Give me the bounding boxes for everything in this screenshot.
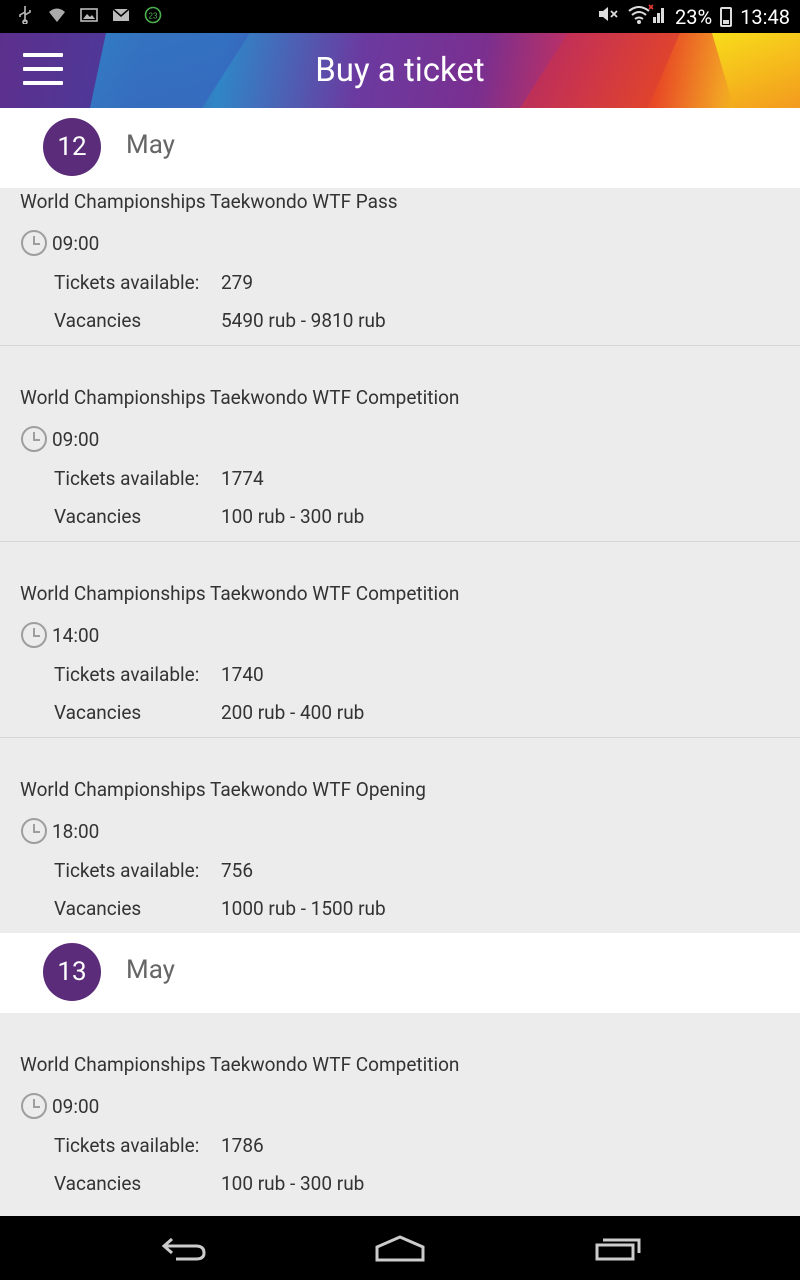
clock-icon (21, 230, 47, 256)
event-item[interactable]: World Championships Taekwondo WTF Compet… (0, 1013, 800, 1216)
tickets-row: Tickets available: 1774 (54, 467, 264, 490)
clock-icon (21, 818, 47, 844)
mute-icon (597, 4, 619, 29)
ticket-list[interactable]: 12 May World Championships Taekwondo WTF… (0, 108, 800, 1216)
battery-icon (720, 6, 733, 27)
clock-icon (21, 1093, 47, 1119)
event-time-value: 09:00 (52, 231, 100, 255)
badge-icon: 23 (144, 6, 162, 24)
page-title: Buy a ticket (315, 51, 485, 90)
vacancies-row: Vacancies 200 rub - 400 rub (54, 701, 364, 724)
event-time: 09:00 (20, 425, 99, 453)
tickets-label: Tickets available: (54, 663, 200, 686)
event-time-value: 09:00 (52, 1094, 100, 1118)
wifi-notification-icon (48, 6, 66, 24)
usb-icon (16, 6, 34, 24)
event-time-value: 09:00 (52, 427, 100, 451)
image-icon (80, 6, 98, 24)
svg-text:23: 23 (149, 12, 158, 21)
system-nav-bar (0, 1216, 800, 1280)
clock-time: 13:48 (740, 4, 790, 29)
event-time: 09:00 (20, 229, 99, 257)
app-bar: Buy a ticket (0, 33, 800, 108)
vacancies-label: Vacancies (54, 897, 142, 920)
event-time-value: 18:00 (52, 819, 100, 843)
vacancies-label: Vacancies (54, 505, 142, 528)
vacancies-row: Vacancies 100 rub - 300 rub (54, 505, 364, 528)
tickets-label: Tickets available: (54, 859, 200, 882)
event-time-value: 14:00 (52, 623, 100, 647)
tickets-label: Tickets available: (54, 1134, 200, 1157)
tickets-count: 1740 (221, 663, 264, 686)
date-day-badge: 13 (43, 943, 101, 1001)
event-title: World Championships Taekwondo WTF Pass (20, 190, 398, 213)
date-month: May (126, 955, 175, 985)
notification-icons: 23 (16, 6, 162, 24)
event-title: World Championships Taekwondo WTF Compet… (20, 1053, 460, 1076)
price-range: 1000 rub - 1500 rub (221, 897, 386, 920)
tickets-row: Tickets available: 1740 (54, 663, 264, 686)
tickets-count: 1774 (221, 467, 264, 490)
wifi-signal-icon (627, 3, 667, 30)
status-bar: 23 23% 13:48 (0, 0, 800, 33)
date-day-badge: 12 (43, 118, 101, 176)
date-header: 12 May (0, 108, 800, 188)
vacancies-row: Vacancies 1000 rub - 1500 rub (54, 897, 386, 920)
clock-icon (21, 426, 47, 452)
tickets-count: 279 (221, 271, 254, 294)
event-item[interactable]: World Championships Taekwondo WTF Pass 0… (0, 188, 800, 346)
tickets-count: 1786 (221, 1134, 264, 1157)
vacancies-label: Vacancies (54, 1172, 142, 1195)
event-time: 14:00 (20, 621, 99, 649)
vacancies-label: Vacancies (54, 701, 142, 724)
mail-icon (112, 6, 130, 24)
vacancies-label: Vacancies (54, 309, 142, 332)
tickets-label: Tickets available: (54, 271, 200, 294)
vacancies-row: Vacancies 100 rub - 300 rub (54, 1172, 364, 1195)
tickets-row: Tickets available: 279 (54, 271, 253, 294)
date-header: 13 May (0, 933, 800, 1013)
system-status: 23% 13:48 (597, 3, 790, 30)
price-range: 5490 rub - 9810 rub (221, 309, 386, 332)
battery-percent: 23% (675, 4, 713, 29)
date-month: May (126, 130, 175, 160)
event-title: World Championships Taekwondo WTF Compet… (20, 386, 460, 409)
tickets-count: 756 (221, 859, 254, 882)
price-range: 100 rub - 300 rub (221, 505, 365, 528)
tickets-label: Tickets available: (54, 467, 200, 490)
event-time: 09:00 (20, 1092, 99, 1120)
vacancies-row: Vacancies 5490 rub - 9810 rub (54, 309, 386, 332)
price-range: 100 rub - 300 rub (221, 1172, 365, 1195)
tickets-row: Tickets available: 756 (54, 859, 253, 882)
event-item[interactable]: World Championships Taekwondo WTF Compet… (0, 346, 800, 542)
price-range: 200 rub - 400 rub (221, 701, 365, 724)
event-time: 18:00 (20, 817, 99, 845)
event-title: World Championships Taekwondo WTF Compet… (20, 582, 460, 605)
event-item[interactable]: World Championships Taekwondo WTF Openin… (0, 738, 800, 933)
home-icon[interactable] (374, 1234, 426, 1268)
event-title: World Championships Taekwondo WTF Openin… (20, 778, 426, 801)
event-item[interactable]: World Championships Taekwondo WTF Compet… (0, 542, 800, 738)
recent-apps-icon[interactable] (594, 1234, 642, 1268)
back-icon[interactable] (160, 1234, 208, 1268)
clock-icon (21, 622, 47, 648)
tickets-row: Tickets available: 1786 (54, 1134, 264, 1157)
